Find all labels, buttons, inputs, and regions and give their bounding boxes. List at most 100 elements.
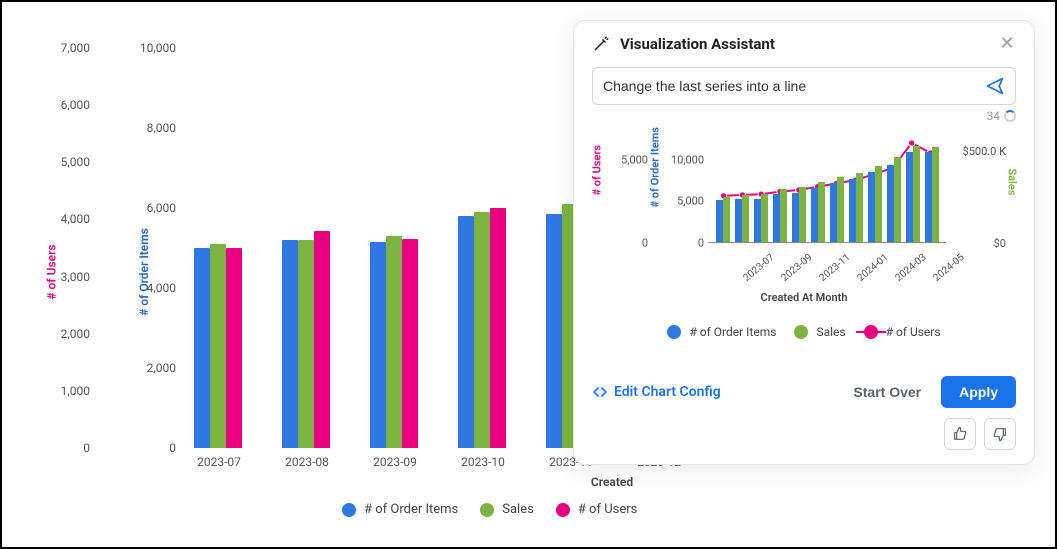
y-tick: 2,000 xyxy=(61,327,90,341)
bar[interactable] xyxy=(402,239,418,448)
bar[interactable] xyxy=(780,189,787,242)
y-tick: 4,000 xyxy=(61,212,90,226)
bar[interactable] xyxy=(925,152,932,242)
bar-group xyxy=(184,48,254,448)
apply-button[interactable]: Apply xyxy=(941,376,1016,408)
bar-group xyxy=(906,142,924,242)
legend-dot-icon xyxy=(556,503,570,517)
thumbs-down-icon xyxy=(992,426,1008,442)
y-tick: 3,000 xyxy=(61,270,90,284)
bar-group xyxy=(811,142,829,242)
edit-chart-config-link[interactable]: Edit Chart Config xyxy=(592,384,721,400)
bar[interactable] xyxy=(754,199,761,242)
preview-ytick-sales: $500.0 K xyxy=(963,145,1006,158)
y-tick: 7,000 xyxy=(61,41,90,55)
y-tick: 6,000 xyxy=(147,201,176,215)
prompt-box[interactable] xyxy=(592,67,1016,105)
bar[interactable] xyxy=(799,187,806,242)
bar[interactable] xyxy=(818,182,825,242)
prompt-input[interactable] xyxy=(603,78,977,94)
bar[interactable] xyxy=(932,147,939,242)
legend-item[interactable]: # of Order Items xyxy=(667,325,776,339)
bar-group xyxy=(716,142,734,242)
bar[interactable] xyxy=(314,231,330,448)
x-tick: 2024-05 xyxy=(931,252,966,284)
legend-item[interactable]: Sales xyxy=(794,325,845,339)
legend-label: Sales xyxy=(502,502,534,517)
bar-group xyxy=(754,142,772,242)
bar[interactable] xyxy=(830,183,837,242)
code-icon xyxy=(592,384,608,400)
bar-group xyxy=(272,48,342,448)
x-tick: 2023-10 xyxy=(448,455,518,469)
bar[interactable] xyxy=(761,194,768,242)
bar[interactable] xyxy=(792,193,799,242)
y-ticks-items: 02,0004,0006,0008,00010,000 xyxy=(116,42,176,452)
bar-group xyxy=(792,142,810,242)
bar[interactable] xyxy=(546,214,562,448)
bar[interactable] xyxy=(773,194,780,242)
legend-item[interactable]: Sales xyxy=(480,502,534,517)
preview-y-axis-sales: Sales xyxy=(1006,168,1019,195)
thumbs-down-button[interactable] xyxy=(984,418,1016,450)
x-tick: 2023-09 xyxy=(360,455,430,469)
send-icon[interactable] xyxy=(985,76,1005,96)
x-tick: 2023-09 xyxy=(779,252,814,284)
y-tick: 1,000 xyxy=(61,384,90,398)
close-icon[interactable]: ✕ xyxy=(998,35,1016,53)
x-tick: 2023-11 xyxy=(817,252,852,284)
bar[interactable] xyxy=(811,188,818,242)
bar[interactable] xyxy=(370,242,386,448)
bar[interactable] xyxy=(894,157,901,242)
legend-label: # of Order Items xyxy=(689,325,776,339)
bar[interactable] xyxy=(458,216,474,448)
bar[interactable] xyxy=(849,179,856,242)
bar[interactable] xyxy=(735,199,742,242)
bar[interactable] xyxy=(723,197,730,242)
bar[interactable] xyxy=(906,152,913,242)
y-ticks-users: 01,0002,0003,0004,0005,0006,0007,000 xyxy=(40,42,90,452)
legend-item[interactable]: # of Users xyxy=(864,325,941,339)
y-tick: 4,000 xyxy=(147,281,176,295)
edit-config-label: Edit Chart Config xyxy=(614,384,721,400)
y-tick: 5,000 xyxy=(621,153,648,166)
y-tick: 8,000 xyxy=(147,121,176,135)
bar[interactable] xyxy=(742,195,749,242)
bar[interactable] xyxy=(716,200,723,242)
bar[interactable] xyxy=(386,236,402,448)
thumbs-up-icon xyxy=(952,426,968,442)
preview-yticks-items: 05,00010,000 xyxy=(664,129,704,249)
preview-y-axis-items: # of Order Items xyxy=(649,127,662,207)
y-tick: 0 xyxy=(83,441,90,455)
legend-label: # of Users xyxy=(578,502,638,517)
bar[interactable] xyxy=(210,244,226,448)
bar-group xyxy=(887,142,905,242)
legend-line-icon xyxy=(864,325,878,339)
legend-dot-icon xyxy=(342,503,356,517)
x-tick: 2024-03 xyxy=(893,252,928,284)
bar[interactable] xyxy=(298,240,314,448)
bar-group xyxy=(360,48,430,448)
thumbs-up-button[interactable] xyxy=(944,418,976,450)
bar[interactable] xyxy=(856,173,863,242)
bar[interactable] xyxy=(474,212,490,448)
bar[interactable] xyxy=(490,208,506,448)
preview-plot-area xyxy=(708,143,946,243)
legend-label: # of Users xyxy=(886,325,941,339)
bar[interactable] xyxy=(837,177,844,242)
bar[interactable] xyxy=(887,165,894,243)
preview-yticks-users: 05,000 xyxy=(608,129,648,249)
bar[interactable] xyxy=(194,248,210,448)
bar[interactable] xyxy=(868,172,875,242)
visualization-assistant-panel: Visualization Assistant ✕ 34 # of Users … xyxy=(573,20,1035,465)
preview-x-ticks: 2023-072023-092023-112024-012024-032024-… xyxy=(708,249,946,295)
legend-item[interactable]: # of Users xyxy=(556,502,638,517)
legend-item[interactable]: # of Order Items xyxy=(342,502,458,517)
bar[interactable] xyxy=(913,146,920,242)
bar-group xyxy=(830,142,848,242)
bar[interactable] xyxy=(875,166,882,242)
start-over-button[interactable]: Start Over xyxy=(841,376,933,408)
bar[interactable] xyxy=(282,240,298,448)
bar[interactable] xyxy=(226,248,242,448)
y-tick: 6,000 xyxy=(61,98,90,112)
